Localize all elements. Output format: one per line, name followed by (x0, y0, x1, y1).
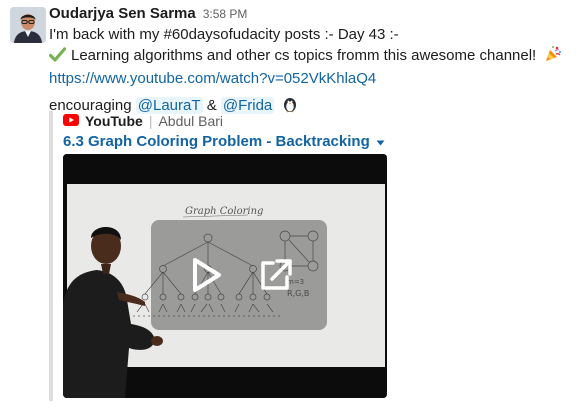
play-icon[interactable] (185, 255, 225, 295)
message-header: Oudarjya Sen Sarma 3:58 PM (49, 5, 577, 23)
message: Oudarjya Sen Sarma 3:58 PM I'm back with… (48, 5, 577, 119)
preview-service-row: YouTube | Abdul Bari (63, 111, 389, 131)
video-controls-overlay (151, 220, 327, 330)
author-avatar[interactable] (10, 7, 46, 43)
open-external-icon[interactable] (255, 255, 295, 295)
message-link-line: https://www.youtube.com/watch?v=052VkKhl… (49, 69, 577, 89)
message-line-2-text: Learning algorithms and other cs topics … (71, 47, 537, 64)
youtube-logo-icon (63, 113, 79, 129)
link-preview-attachment: YouTube | Abdul Bari 6.3 Graph Coloring … (49, 111, 389, 401)
message-timestamp[interactable]: 3:58 PM (203, 7, 248, 21)
party-popper-icon (544, 45, 562, 69)
video-thumbnail[interactable]: Graph Coloring m=3 R,G,B (63, 154, 387, 398)
caret-down-icon[interactable] (376, 132, 385, 152)
avatar-image (10, 7, 46, 43)
message-line-2: Learning algorithms and other cs topics … (48, 45, 577, 69)
service-author: Abdul Bari (158, 113, 224, 129)
youtube-url-link[interactable]: https://www.youtube.com/watch?v=052VkKhl… (49, 70, 376, 87)
service-name: YouTube (85, 113, 143, 129)
video-title-text: 6.3 Graph Coloring Problem - Backtrackin… (63, 133, 370, 150)
video-title-link[interactable]: 6.3 Graph Coloring Problem - Backtrackin… (63, 132, 389, 152)
author-name[interactable]: Oudarjya Sen Sarma (49, 5, 196, 22)
heavy-check-mark-icon (48, 46, 67, 69)
message-line-1: I'm back with my #60daysofudacity posts … (49, 26, 399, 43)
service-separator: | (148, 113, 153, 129)
board-title-text: Graph Coloring (185, 206, 263, 217)
